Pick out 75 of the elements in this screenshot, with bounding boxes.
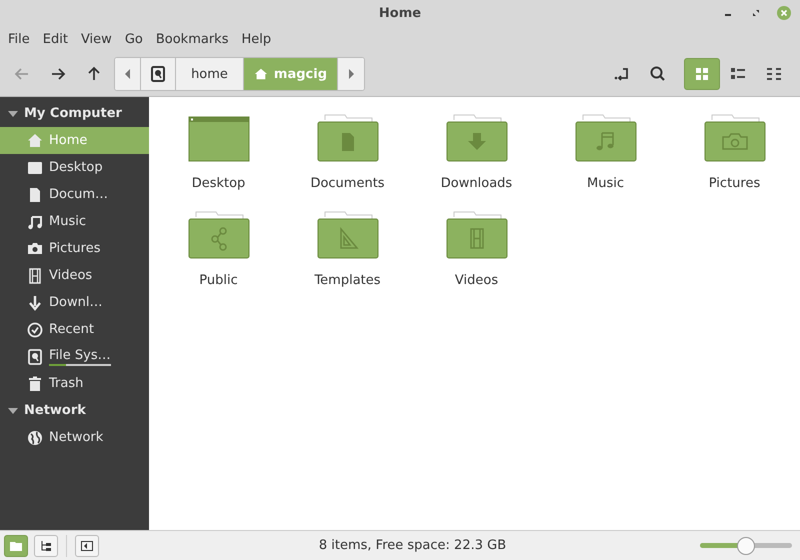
film-icon: [27, 268, 43, 284]
sidebar-item[interactable]: Music: [0, 208, 149, 235]
menu-item[interactable]: Go: [120, 32, 148, 47]
house-icon: [27, 132, 43, 148]
menu-item[interactable]: Edit: [38, 32, 73, 47]
set-square-folder-icon[interactable]: [316, 209, 378, 259]
sidebar-label: Downl…: [49, 295, 102, 310]
zoom-slider[interactable]: [700, 536, 792, 554]
camera-icon: [27, 240, 43, 256]
sidebar-label: Desktop: [49, 160, 103, 175]
house-icon: [254, 67, 268, 81]
document-icon: [27, 186, 43, 202]
caret-left-icon: [124, 69, 130, 79]
file-name[interactable]: Pictures: [708, 176, 760, 191]
sidebar-item[interactable]: Docum…: [0, 181, 149, 208]
sidebar-item[interactable]: Trash: [0, 370, 149, 397]
trash-icon: [27, 376, 43, 392]
status-text: 8 items, Free space: 22.3 GB: [318, 538, 508, 553]
section-heading[interactable]: Network: [24, 403, 86, 418]
film-folder-icon[interactable]: [446, 209, 508, 259]
window-title: Home: [378, 6, 422, 21]
menu-item[interactable]: Bookmarks: [150, 32, 234, 47]
sidebar-item[interactable]: Pictures: [0, 235, 149, 262]
sidebar-item[interactable]: File Sys…: [0, 343, 149, 370]
icon-view-button[interactable]: [684, 58, 720, 90]
down-arrow-icon: [27, 294, 43, 310]
sidebar-label: Pictures: [49, 241, 100, 256]
file-name[interactable]: Documents: [310, 176, 385, 191]
music-note-icon: [27, 214, 43, 230]
folder-icon: [10, 540, 22, 550]
close-icon[interactable]: [776, 5, 792, 21]
section-heading[interactable]: My Computer: [24, 106, 122, 121]
sidebar-item[interactable]: Network: [0, 424, 149, 451]
expanded-caret-icon[interactable]: [8, 406, 18, 416]
sidebar-panel-icon: [81, 540, 93, 550]
document-folder-icon[interactable]: [316, 112, 378, 162]
expanded-caret-icon[interactable]: [8, 108, 18, 118]
sidebar-item[interactable]: Videos: [0, 262, 149, 289]
download-folder-icon[interactable]: [446, 112, 508, 162]
globe-icon: [27, 430, 43, 446]
file-name[interactable]: Templates: [314, 273, 381, 288]
sidebar-label: Docum…: [49, 187, 108, 202]
sidebar-label: File Sys…: [49, 348, 111, 362]
places-button[interactable]: [4, 534, 28, 556]
sidebar-item[interactable]: Recent: [0, 316, 149, 343]
drive-icon: [27, 348, 43, 364]
list-grid-icon: [730, 66, 746, 82]
sidebar-label: Home: [49, 133, 88, 148]
window-icon: [27, 160, 43, 176]
tree-button[interactable]: [34, 534, 58, 556]
drive-icon: [151, 66, 165, 82]
sidebar-label: Trash: [49, 376, 84, 391]
sidebar-item[interactable]: Desktop: [0, 154, 149, 181]
file-name[interactable]: Music: [587, 176, 624, 191]
sidebar-label: Videos: [49, 268, 92, 283]
icons-grid-icon: [694, 66, 710, 82]
menu-item[interactable]: File: [3, 32, 35, 47]
tree-icon: [40, 540, 52, 550]
file-name[interactable]: Desktop: [192, 176, 246, 191]
camera-folder-icon[interactable]: [704, 112, 766, 162]
music-folder-icon[interactable]: [574, 112, 636, 162]
sidebar-label: Music: [49, 214, 86, 229]
sidebar-label: Network: [49, 430, 104, 445]
menu-item[interactable]: Help: [236, 32, 276, 47]
compact-grid-icon: [766, 66, 782, 82]
menu-item[interactable]: View: [76, 32, 117, 47]
share-folder-icon[interactable]: [188, 209, 250, 259]
file-name[interactable]: Videos: [454, 273, 498, 288]
file-name[interactable]: Public: [199, 273, 238, 288]
toggle-sidebar-button[interactable]: [75, 534, 99, 556]
caret-right-icon: [348, 69, 354, 79]
sidebar-label: Recent: [49, 322, 94, 337]
file-name[interactable]: Downloads: [440, 176, 512, 191]
sidebar-item[interactable]: Downl…: [0, 289, 149, 316]
scroll-left-button[interactable]: [115, 58, 141, 90]
